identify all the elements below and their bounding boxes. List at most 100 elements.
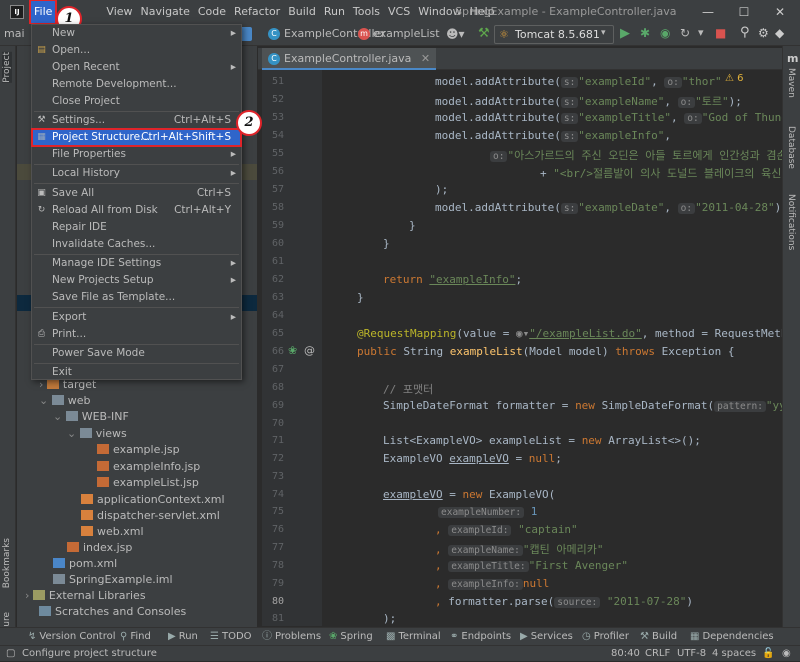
tree-item-index-jsp[interactable]: index.jsp: [67, 540, 132, 556]
lock-icon[interactable]: 🔓: [762, 646, 774, 662]
breadcrumb-method[interactable]: exampleList: [373, 27, 440, 40]
services-icon: ▶: [520, 631, 528, 642]
profile-icon[interactable]: ↻: [680, 26, 690, 40]
menu-refactor[interactable]: Refactor: [230, 0, 284, 24]
tool-find[interactable]: ⚲ Find: [120, 628, 151, 646]
menu-item-project-structure[interactable]: ▦ Project Structure... Ctrl+Alt+Shift+S: [31, 128, 242, 147]
menu-item-new[interactable]: New ▸: [32, 25, 241, 42]
tree-item-web-xml[interactable]: web.xml: [81, 524, 144, 540]
menu-file[interactable]: File: [28, 0, 58, 25]
tree-item-dispatcher-servlet[interactable]: dispatcher-servlet.xml: [81, 508, 220, 524]
line-number: 78: [271, 560, 284, 571]
tree-item-pom-xml[interactable]: pom.xml: [53, 556, 117, 572]
settings-gear-icon[interactable]: ⚙: [758, 26, 769, 40]
menu-item-power-save-mode[interactable]: Power Save Mode: [32, 345, 241, 362]
tree-item-examplelist-jsp[interactable]: exampleList.jsp: [97, 475, 199, 491]
tree-item-scratches[interactable]: Scratches and Consoles: [39, 604, 186, 620]
tool-terminal[interactable]: ▩ Terminal: [386, 628, 441, 646]
menu-item-file-properties[interactable]: File Properties ▸: [32, 146, 241, 163]
tree-item-webinf[interactable]: ⌄ WEB-INF: [53, 409, 129, 425]
file-encoding[interactable]: UTF-8: [677, 646, 706, 662]
menu-item-exit[interactable]: Exit: [32, 364, 241, 381]
menu-item-repair-ide[interactable]: Repair IDE: [32, 219, 241, 236]
menu-item-open[interactable]: ▤ Open...: [32, 42, 241, 59]
maximize-icon[interactable]: ☐: [726, 0, 762, 24]
line-number: 63: [271, 292, 284, 303]
bottom-tool-bar: ↯ Version Control ⚲ Find ▶ Run ☰ TODO ⓘ Probl…: [0, 627, 800, 645]
jetbrains-icon[interactable]: ◆: [775, 26, 784, 40]
build-hammer-icon[interactable]: ⚒: [478, 26, 490, 41]
menu-item-print[interactable]: ⎙ Print...: [32, 326, 241, 343]
maven-icon[interactable]: m: [787, 52, 798, 65]
profiler-icon: ◷: [582, 631, 591, 642]
notifications-tool-tab[interactable]: Notifications: [786, 194, 796, 250]
tool-run[interactable]: ▶ Run: [168, 628, 198, 646]
bookmarks-tool-tab[interactable]: Bookmarks: [2, 538, 12, 588]
menu-item-reload-all[interactable]: ↻ Reload All from Disk Ctrl+Alt+Y: [32, 202, 241, 219]
menu-item-save-as-template[interactable]: Save File as Template...: [32, 289, 241, 306]
maven-tool-tab[interactable]: Maven: [786, 68, 796, 98]
status-layout-icon[interactable]: ▢: [6, 646, 15, 662]
menu-view[interactable]: View: [102, 0, 136, 24]
line-separator[interactable]: CRLF: [645, 646, 670, 662]
debug-icon[interactable]: ✱: [640, 26, 650, 40]
menu-item-export[interactable]: Export ▸: [32, 309, 241, 326]
annotation-icon[interactable]: @: [304, 344, 315, 357]
code-line-79: , exampleInfo: null: [435, 577, 550, 590]
menu-vcs[interactable]: VCS: [384, 0, 414, 24]
warning-indicator[interactable]: ⚠ 6: [725, 73, 744, 84]
breadcrumb-class[interactable]: ExampleController: [284, 27, 386, 40]
indent-setting[interactable]: 4 spaces: [712, 646, 756, 662]
run-icon[interactable]: ▶: [620, 26, 630, 41]
tree-item-exampleinfo-jsp[interactable]: exampleInfo.jsp: [97, 459, 200, 475]
tool-version-control[interactable]: ↯ Version Control: [28, 628, 116, 646]
menu-item-remote-development[interactable]: Remote Development...: [32, 76, 241, 93]
tree-item-iml[interactable]: SpringExample.iml: [53, 572, 173, 588]
menu-item-invalidate-caches[interactable]: Invalidate Caches...: [32, 236, 241, 253]
search-icon[interactable]: ⚲: [740, 25, 750, 40]
menu-item-settings[interactable]: ⚒ Settings... Ctrl+Alt+S: [32, 112, 241, 129]
tool-build[interactable]: ⚒ Build: [640, 628, 677, 646]
menu-tools[interactable]: Tools: [349, 0, 384, 24]
tree-item-external-libraries[interactable]: › External Libraries: [25, 588, 146, 604]
spring-bean-icon[interactable]: ❀: [288, 344, 297, 357]
menu-run[interactable]: Run: [320, 0, 349, 24]
menu-item-manage-ide-settings[interactable]: Manage IDE Settings ▸: [32, 255, 241, 272]
menu-item-new-projects-setup[interactable]: New Projects Setup ▸: [32, 272, 241, 289]
menu-navigate[interactable]: Navigate: [137, 0, 194, 24]
menu-code[interactable]: Code: [194, 0, 230, 24]
more-icon[interactable]: ▾: [698, 26, 704, 39]
caret-position[interactable]: 80:40: [611, 646, 640, 662]
tree-item-applicationcontext[interactable]: applicationContext.xml: [81, 492, 225, 508]
tool-endpoints[interactable]: ⚭ Endpoints: [450, 628, 511, 646]
code-line-53: model.addAttribute(s: "exampleTitle", o: "…: [435, 111, 788, 124]
tool-spring[interactable]: ❀ Spring: [329, 628, 373, 646]
tree-item-example-jsp[interactable]: example.jsp: [97, 442, 180, 458]
stop-icon[interactable]: ■: [715, 26, 726, 40]
breadcrumb-project[interactable]: mai: [4, 27, 25, 40]
tab-close-icon[interactable]: ✕: [421, 52, 430, 65]
tab-examplecontroller[interactable]: C ExampleController.java ✕: [262, 48, 437, 70]
menu-item-save-all[interactable]: ▣ Save All Ctrl+S: [32, 185, 241, 202]
menu-item-close-project[interactable]: Close Project: [32, 93, 241, 110]
class-icon: C: [268, 28, 280, 40]
menu-build[interactable]: Build: [284, 0, 320, 24]
project-tool-tab[interactable]: Project: [2, 52, 12, 83]
tool-problems[interactable]: ⓘ Problems: [262, 628, 321, 646]
tree-item-web[interactable]: ⌄ web: [39, 393, 90, 409]
line-number: 66: [271, 346, 284, 357]
user-icon[interactable]: ☻▾: [446, 27, 465, 41]
database-tool-tab[interactable]: Database: [786, 126, 796, 169]
close-icon[interactable]: ✕: [762, 0, 798, 24]
tool-profiler[interactable]: ◷ Profiler: [582, 628, 629, 646]
tool-dependencies[interactable]: ▦ Dependencies: [690, 628, 774, 646]
tree-item-views[interactable]: ⌄ views: [67, 426, 127, 442]
menu-item-local-history[interactable]: Local History ▸: [32, 165, 241, 182]
tool-services[interactable]: ▶ Services: [520, 628, 573, 646]
minimize-icon[interactable]: —: [690, 0, 726, 24]
git-icon[interactable]: ◉: [782, 646, 791, 662]
run-config-dropdown[interactable]: ⚛ Tomcat 8.5.681 ▾: [494, 25, 614, 44]
coverage-icon[interactable]: ◉: [660, 26, 670, 40]
menu-item-open-recent[interactable]: Open Recent ▸: [32, 59, 241, 76]
tool-todo[interactable]: ☰ TODO: [210, 628, 252, 646]
